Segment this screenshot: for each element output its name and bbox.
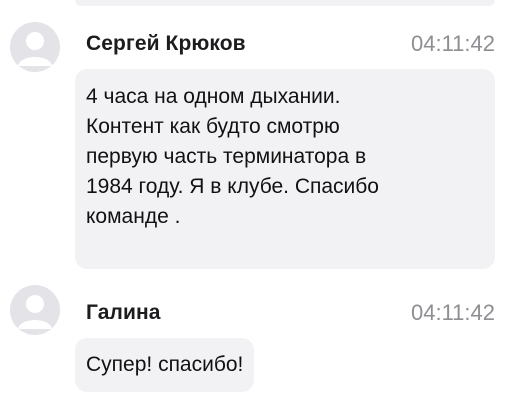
message-author[interactable]: Сергей Крюков	[86, 32, 246, 56]
chat-message: Сергей Крюков 04:11:42 4 часа на одном д…	[0, 0, 516, 280]
message-bubble: Супер! спасибо!	[75, 338, 255, 392]
chat-message: Галина 04:11:42 Супер! спасибо!	[0, 280, 516, 410]
default-user-avatar-icon	[18, 295, 52, 329]
user-avatar-icon[interactable]	[10, 285, 60, 335]
chat-message-list: Сергей Крюков 04:11:42 4 часа на одном д…	[0, 0, 516, 410]
message-timestamp: 04:11:42	[410, 31, 495, 56]
user-avatar-icon[interactable]	[10, 22, 60, 72]
default-user-avatar-icon	[18, 32, 52, 66]
message-bubble: 4 часа на одном дыхании. Контент как буд…	[75, 69, 495, 269]
message-author[interactable]: Галина	[86, 301, 161, 325]
message-timestamp: 04:11:42	[410, 300, 495, 325]
